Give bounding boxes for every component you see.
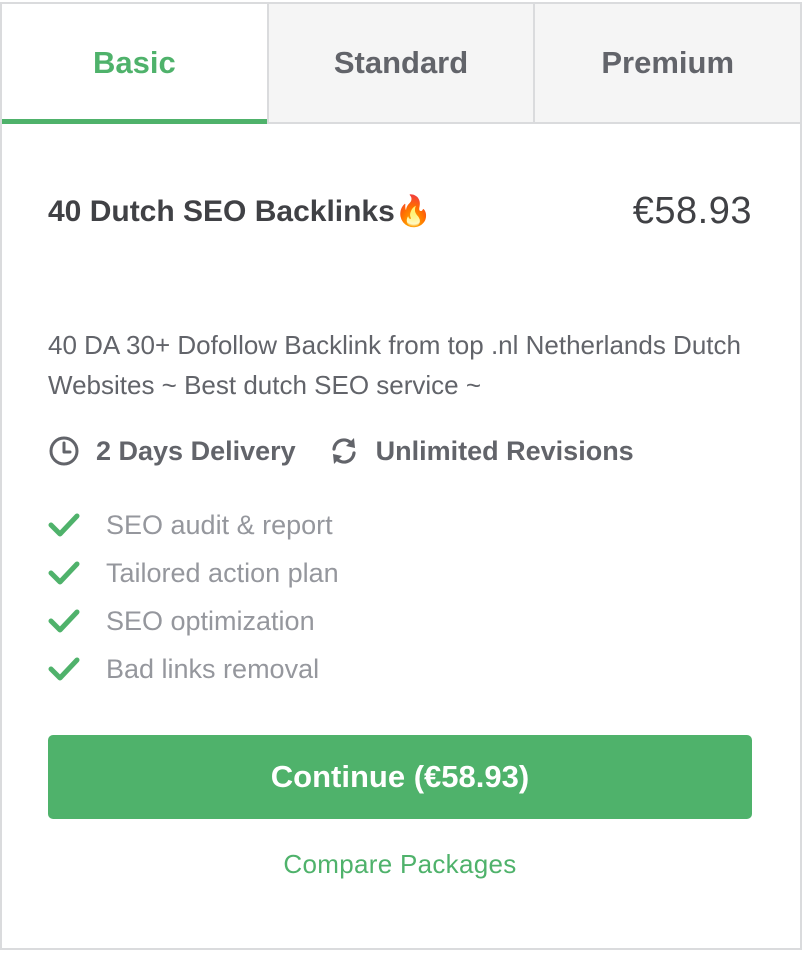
tab-standard[interactable]: Standard — [266, 4, 534, 122]
feature-label: Tailored action plan — [106, 557, 339, 588]
tab-basic[interactable]: Basic — [2, 4, 267, 124]
checkmark-icon — [48, 513, 80, 537]
continue-button[interactable]: Continue (€58.93) — [48, 735, 752, 819]
tab-premium[interactable]: Premium — [533, 4, 801, 122]
compare-packages-link[interactable]: Compare Packages — [48, 849, 752, 880]
feature-item: Tailored action plan — [48, 549, 752, 597]
clock-icon — [49, 436, 79, 466]
delivery-info: 2 Days Delivery — [48, 435, 296, 467]
package-meta: 2 Days Delivery Unlimited Revisions — [48, 435, 752, 467]
feature-label: Bad links removal — [106, 653, 320, 684]
checkmark-icon — [48, 561, 80, 585]
refresh-icon — [332, 438, 356, 464]
package-header: 40 Dutch SEO Backlinks🔥 €58.93 — [48, 190, 752, 233]
checkmark-icon — [48, 609, 80, 633]
checkmark-icon — [48, 657, 80, 681]
revisions-info: Unlimited Revisions — [328, 435, 634, 467]
feature-item: SEO audit & report — [48, 501, 752, 549]
package-card: Basic Standard Premium 40 Dutch SEO Back… — [0, 2, 802, 950]
package-title: 40 Dutch SEO Backlinks🔥 — [48, 195, 433, 228]
feature-label: SEO optimization — [106, 605, 315, 636]
feature-label: SEO audit & report — [106, 509, 333, 540]
feature-item: SEO optimization — [48, 597, 752, 645]
package-description: 40 DA 30+ Dofollow Backlink from top .nl… — [48, 330, 741, 400]
feature-item: Bad links removal — [48, 645, 752, 693]
package-tabs: Basic Standard Premium — [2, 4, 801, 124]
package-price: €58.93 — [632, 190, 752, 232]
delivery-label: 2 Days Delivery — [96, 435, 296, 466]
feature-list: SEO audit & report Tailored action plan … — [48, 501, 752, 693]
revisions-label: Unlimited Revisions — [375, 435, 634, 466]
package-content: 40 Dutch SEO Backlinks🔥 €58.93 40 DA 30+… — [2, 190, 800, 880]
